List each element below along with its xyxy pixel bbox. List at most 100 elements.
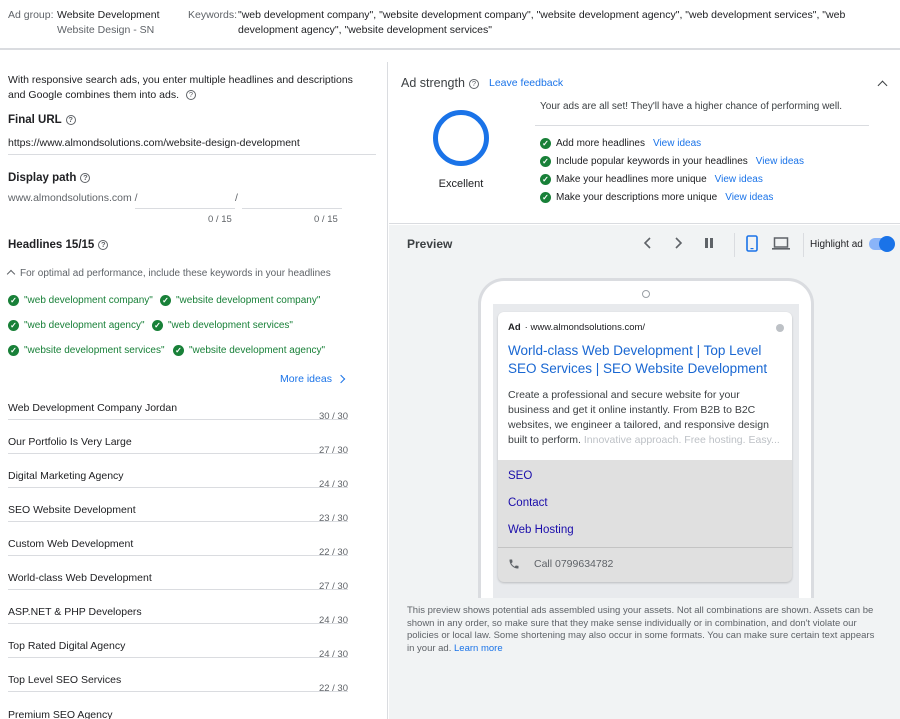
ad-badge: Ad	[508, 322, 521, 333]
keyword-chip: ✓ "web development company"	[8, 295, 153, 306]
headlines-title: Headlines 15/15?	[8, 239, 109, 251]
chevron-up-icon[interactable]	[877, 80, 888, 91]
sitelink[interactable]: Contact	[508, 497, 548, 509]
display-path-title: Display path?	[8, 172, 91, 184]
chevron-left-icon[interactable]	[643, 237, 653, 252]
headline-input[interactable]: SEO Website Development 24 / 30	[8, 479, 348, 522]
keyword-chip: ✓ "web development services"	[152, 320, 293, 331]
view-ideas-link[interactable]: View ideas	[653, 138, 701, 149]
keywords-label: Keywords:	[188, 9, 238, 21]
help-icon[interactable]: ?	[80, 172, 91, 183]
divider	[734, 233, 735, 257]
headline-input[interactable]: World-class Web Development 22 / 30	[8, 547, 348, 590]
headline-input[interactable]: Custom Web Development 23 / 30	[8, 513, 348, 556]
phone-screen: Ad · www.almondsolutions.com/ World-class…	[493, 304, 799, 598]
ad-group-label: Ad group:	[8, 9, 54, 21]
ad-display-url: www.almondsolutions.com/	[530, 322, 646, 333]
ad-strength-message: Your ads are all set! They'll have a hig…	[540, 101, 843, 112]
help-icon[interactable]: ?	[98, 239, 109, 250]
check-circle-icon: ✓	[173, 345, 184, 356]
chevron-up-icon	[6, 270, 16, 279]
headline-input[interactable]: Top Rated Digital Agency 24 / 30	[8, 615, 348, 658]
view-ideas-link[interactable]: View ideas	[715, 174, 763, 185]
view-ideas-link[interactable]: View ideas	[725, 192, 773, 203]
divider	[498, 547, 792, 548]
keyword-chip: ✓ "web development agency"	[8, 320, 145, 331]
headline-input[interactable]: Our Portfolio Is Very Large 30 / 30	[8, 411, 348, 454]
ad-group-header: Ad group: Website Development Website De…	[0, 0, 900, 50]
ad-strength-rating: Excellent	[438, 178, 484, 190]
help-icon[interactable]: ?	[185, 90, 196, 101]
chevron-right-icon[interactable]	[673, 237, 683, 252]
headline-input[interactable]: ASP.NET & PHP Developers 27 / 30	[8, 581, 348, 624]
headline-input[interactable]: Top Level SEO Services 24 / 30	[8, 649, 348, 692]
phone-mockup: Ad · www.almondsolutions.com/ World-class…	[478, 278, 814, 598]
check-circle-icon: ✓	[8, 320, 19, 331]
mobile-device-icon[interactable]	[746, 235, 758, 255]
headline-input[interactable]: Digital Marketing Agency 27 / 30	[8, 445, 348, 488]
call-extension[interactable]: Call 0799634782	[508, 558, 613, 570]
ad-editor-panel: With responsive search ads, you enter mu…	[0, 62, 388, 719]
path1-count: 0 / 15	[208, 214, 232, 225]
help-icon[interactable]: ?	[65, 114, 76, 125]
final-url-underline	[8, 154, 376, 155]
preview-title: Preview	[407, 237, 453, 251]
sitelink[interactable]: SEO	[508, 470, 532, 482]
pause-icon[interactable]	[703, 237, 715, 252]
more-ideas-button[interactable]: More ideas	[280, 373, 346, 385]
final-url-title: Final URL?	[8, 114, 76, 126]
suggestion-item: ✓ Make your descriptions more unique View …	[540, 192, 773, 203]
preview-panel: Preview Highlight ad Ad · www.almondsolut…	[389, 225, 900, 719]
check-circle-icon: ✓	[540, 192, 551, 203]
keyword-chip: ✓ "website development agency"	[173, 345, 325, 356]
suggestion-item: ✓ Add more headlines View ideas	[540, 138, 701, 149]
path1-input[interactable]	[135, 208, 235, 209]
path-separator: /	[235, 192, 238, 204]
highlight-ad-label: Highlight ad	[810, 239, 863, 250]
path2-input[interactable]	[242, 208, 342, 209]
display-path-base: www.almondsolutions.com /	[8, 192, 138, 204]
check-circle-icon: ✓	[160, 295, 171, 306]
intro-text: With responsive search ads, you enter mu…	[8, 74, 353, 101]
headline-input[interactable]: Web Development Company Jordan	[8, 386, 348, 420]
preview-disclaimer: This preview shows potential ads assembl…	[407, 605, 875, 654]
phone-icon	[509, 559, 519, 569]
ad-strength-panel: Ad strength? Leave feedback Excellent Yo…	[389, 62, 900, 224]
check-circle-icon: ✓	[8, 345, 19, 356]
final-url-input[interactable]: https://www.almondsolutions.com/website-…	[8, 137, 300, 149]
keywords-value: "web development company", "website deve…	[238, 9, 846, 36]
suggestion-item: ✓ Make your headlines more unique View ide…	[540, 174, 763, 185]
check-circle-icon: ✓	[8, 295, 19, 306]
check-circle-icon: ✓	[540, 174, 551, 185]
keyword-hint-toggle[interactable]: For optimal ad performance, include thes…	[6, 268, 331, 279]
desktop-device-icon[interactable]	[772, 237, 790, 253]
divider	[803, 233, 804, 257]
highlight-ad-toggle[interactable]	[869, 236, 895, 252]
chevron-right-icon	[336, 374, 346, 384]
keyword-chip: ✓ "website development company"	[160, 295, 320, 306]
path2-count: 0 / 15	[314, 214, 338, 225]
learn-more-link[interactable]: Learn more	[454, 643, 503, 654]
suggestion-item: ✓ Include popular keywords in your headli…	[540, 156, 804, 167]
ad-group-subtitle: Website Design - SN	[57, 24, 155, 36]
leave-feedback-link[interactable]: Leave feedback	[489, 77, 563, 89]
ad-url-line: Ad · www.almondsolutions.com/	[508, 322, 646, 333]
ad-strength-ring	[433, 110, 489, 166]
check-circle-icon: ✓	[540, 138, 551, 149]
check-circle-icon: ✓	[152, 320, 163, 331]
keyword-chip: ✓ "website development services"	[8, 345, 165, 356]
ad-card-body: Ad · www.almondsolutions.com/ World-class…	[498, 312, 792, 460]
ad-description: Create a professional and secure website…	[508, 389, 780, 446]
ad-group-name: Website Development	[57, 9, 160, 21]
phone-camera	[642, 290, 650, 298]
view-ideas-link[interactable]: View ideas	[756, 156, 804, 167]
help-icon[interactable]: ?	[468, 78, 479, 89]
ad-strength-title: Ad strength?	[401, 76, 479, 90]
ad-headline[interactable]: World-class Web Development | Top Level …	[508, 342, 778, 378]
check-circle-icon: ✓	[540, 156, 551, 167]
ad-preview-card[interactable]: Ad · www.almondsolutions.com/ World-class…	[498, 312, 792, 582]
info-dot-icon	[776, 324, 784, 332]
sitelink[interactable]: Web Hosting	[508, 524, 574, 536]
divider	[535, 125, 869, 126]
headline-input[interactable]: Premium SEO Agency 22 / 30	[8, 683, 348, 719]
